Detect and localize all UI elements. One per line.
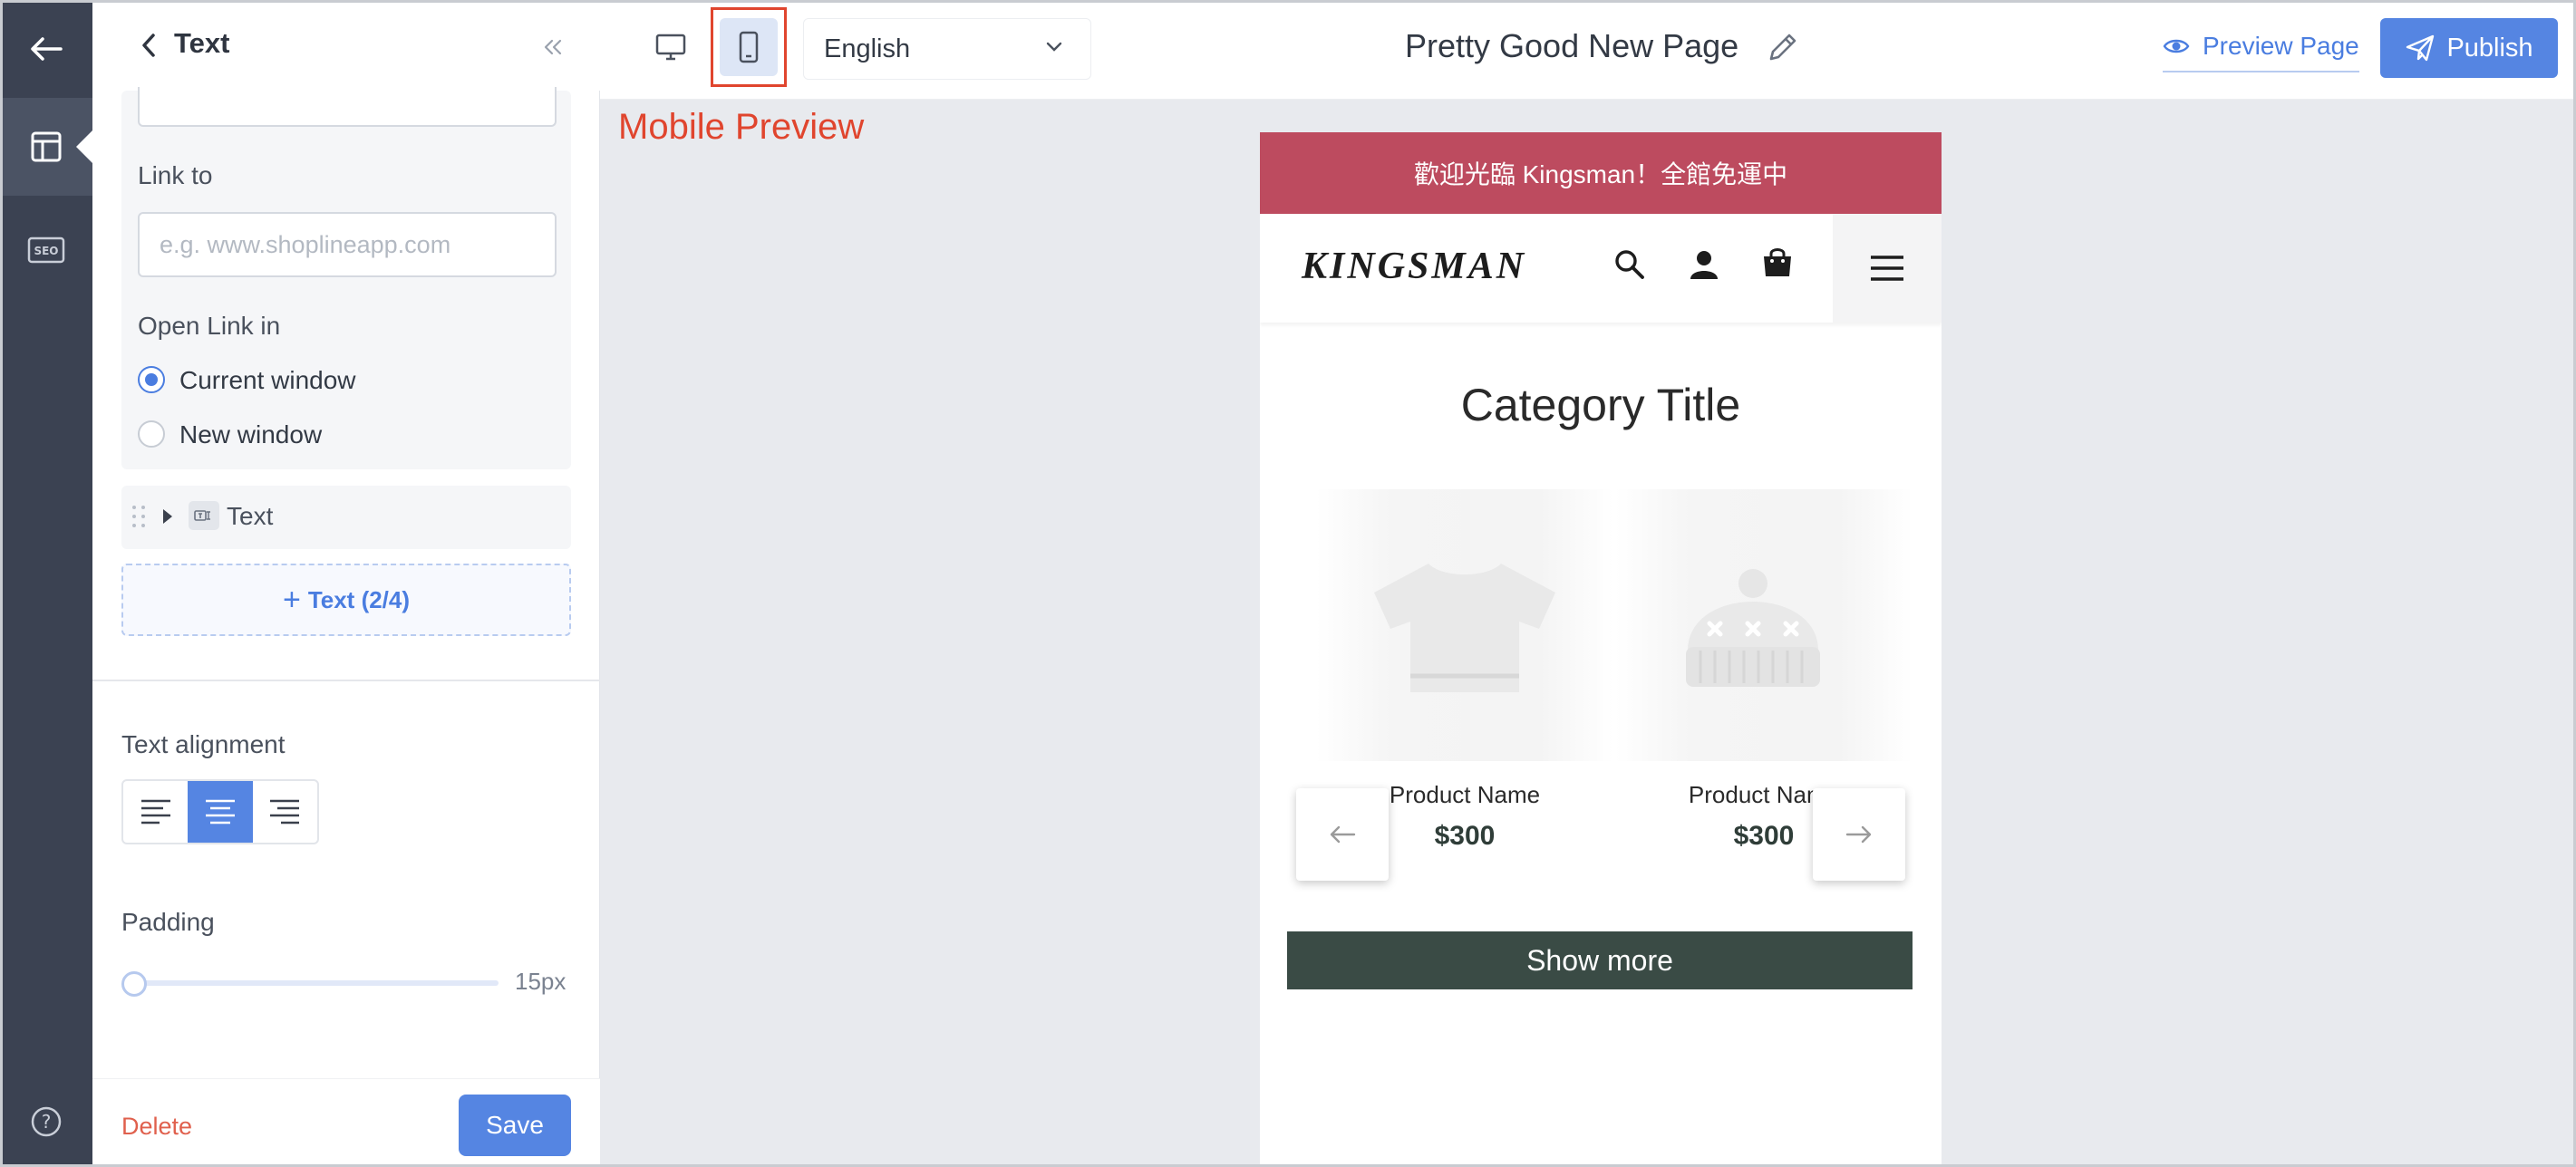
seo-button[interactable]: SEO <box>0 201 92 299</box>
product-image[interactable] <box>1615 489 1913 761</box>
padding-slider-track[interactable] <box>129 980 499 986</box>
hamburger-menu-button[interactable] <box>1833 214 1942 323</box>
new-window-radio[interactable] <box>138 420 165 448</box>
text-type-icon <box>189 501 219 530</box>
text-alignment-label: Text alignment <box>121 730 286 758</box>
back-arrow-icon <box>31 37 63 61</box>
collapse-panel-button[interactable] <box>533 27 573 67</box>
panel-back-button[interactable] <box>129 25 169 65</box>
align-left-button[interactable] <box>123 781 188 843</box>
drag-handle-icon[interactable] <box>132 506 150 531</box>
current-window-label[interactable]: Current window <box>179 366 356 395</box>
mobile-preview-annotation: Mobile Preview <box>618 107 865 147</box>
arrow-right-icon <box>1845 825 1872 844</box>
eye-icon <box>2163 39 2190 53</box>
back-arrow-button[interactable] <box>0 0 92 98</box>
text-content-input[interactable] <box>138 87 557 127</box>
padding-value: 15px <box>515 968 567 995</box>
paper-plane-icon <box>2407 34 2435 62</box>
add-text-button[interactable]: + Text (2/4) <box>121 564 571 636</box>
t-shirt-placeholder-icon <box>1374 564 1555 692</box>
search-icon[interactable] <box>1613 248 1646 281</box>
layout-icon <box>31 131 62 162</box>
user-account-icon[interactable] <box>1688 248 1720 281</box>
align-right-icon <box>270 799 300 825</box>
carousel-prev-button[interactable] <box>1296 788 1389 881</box>
desktop-icon <box>655 34 686 61</box>
active-pointer <box>76 130 92 163</box>
language-select[interactable]: English <box>803 18 1091 80</box>
delete-button[interactable]: Delete <box>121 1113 192 1141</box>
publish-label: Publish <box>2446 33 2533 63</box>
icon-rail: SEO ? <box>0 0 92 1167</box>
panel-divider <box>92 680 600 681</box>
panel-title: Text <box>174 27 230 59</box>
caret-right-icon[interactable] <box>163 509 172 524</box>
panel-header: Text <box>92 0 600 91</box>
settings-panel: Text Link to Open Link in Current window… <box>92 0 600 1167</box>
announcement-bar: 歡迎光臨 Kingsman！全館免運中 <box>1260 132 1942 214</box>
text-alignment-group <box>121 779 319 844</box>
align-right-button[interactable] <box>253 781 317 843</box>
seo-icon: SEO <box>27 236 65 264</box>
mobile-view-highlight <box>711 7 787 87</box>
align-center-button[interactable] <box>188 781 253 843</box>
store-logo[interactable]: KINGSMAN <box>1302 245 1526 288</box>
plus-icon: + <box>282 582 301 617</box>
arrow-left-icon <box>1330 825 1356 844</box>
open-link-label: Open Link in <box>138 312 281 340</box>
current-window-radio[interactable] <box>138 366 165 393</box>
padding-slider-thumb[interactable] <box>121 971 147 997</box>
page-title: Pretty Good New Page <box>1405 27 1739 64</box>
language-value: English <box>824 34 911 63</box>
pencil-edit-icon[interactable] <box>1766 30 1800 64</box>
store-header: KINGSMAN <box>1260 214 1942 323</box>
publish-button[interactable]: Publish <box>2380 18 2558 78</box>
help-icon: ? <box>31 1106 62 1137</box>
preview-page-link[interactable]: Preview Page <box>2163 22 2359 72</box>
new-window-label[interactable]: New window <box>179 420 322 449</box>
save-button[interactable]: Save <box>459 1095 571 1156</box>
help-button[interactable]: ? <box>0 1073 92 1167</box>
link-url-input[interactable] <box>138 212 557 277</box>
product-image[interactable] <box>1316 489 1613 761</box>
link-settings-card: Link to Open Link in Current window New … <box>121 87 571 469</box>
chevron-left-icon <box>142 34 155 57</box>
add-text-label: Text (2/4) <box>307 585 411 613</box>
show-more-button[interactable]: Show more <box>1287 931 1913 989</box>
svg-text:SEO: SEO <box>34 245 58 257</box>
padding-label: Padding <box>121 908 215 936</box>
shopping-bag-icon[interactable] <box>1760 245 1795 279</box>
mobile-store-preview: 歡迎光臨 Kingsman！全館免運中 KINGSMAN Category Ti… <box>1260 132 1942 1167</box>
align-center-icon <box>205 799 235 825</box>
beanie-placeholder-icon <box>1686 569 1820 687</box>
chevron-down-icon <box>1046 42 1062 52</box>
svg-text:?: ? <box>42 1111 52 1133</box>
hamburger-menu-icon <box>1871 256 1903 281</box>
align-left-icon <box>140 799 170 825</box>
link-to-label: Link to <box>138 161 213 189</box>
double-chevron-left-icon <box>544 39 562 55</box>
category-title: Category Title <box>1460 380 1741 430</box>
desktop-view-button[interactable] <box>642 18 700 76</box>
text-item-label: Text <box>227 502 274 530</box>
preview-page-label: Preview Page <box>2203 32 2359 60</box>
carousel-next-button[interactable] <box>1813 788 1905 881</box>
